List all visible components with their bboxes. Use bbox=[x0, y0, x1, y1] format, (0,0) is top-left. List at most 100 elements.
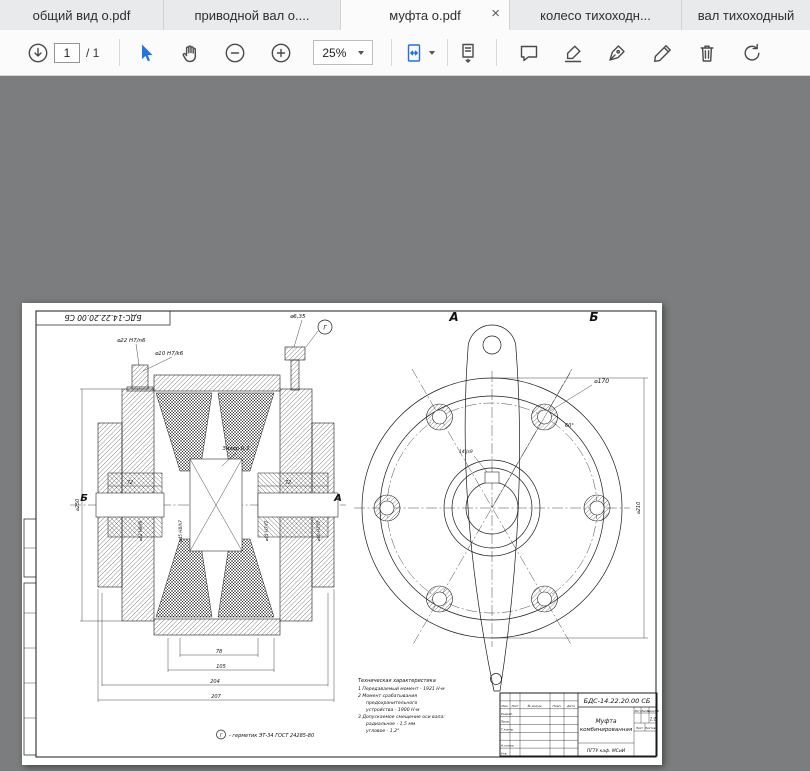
tab-label: муфта o.pdf bbox=[375, 8, 474, 23]
titleblock-name-1: Муфта bbox=[595, 718, 616, 725]
dim-label-hub1: ⌀42 H8/f8 bbox=[138, 520, 143, 541]
titleblock-row-prov: Пров. bbox=[501, 720, 510, 724]
dim-label-204: 204 bbox=[210, 679, 220, 685]
toolbar-separator bbox=[447, 39, 448, 66]
tech-line: 2 Момент срабатывания bbox=[358, 693, 417, 699]
mufta-drawing: БДС-14.22.20.00 СБ bbox=[22, 303, 662, 765]
tech-line: угловое - 1,2° bbox=[365, 728, 399, 734]
download-button[interactable] bbox=[26, 41, 50, 65]
highlighter-icon bbox=[561, 41, 585, 65]
note-symbol: Г bbox=[220, 733, 223, 739]
titleblock-row-utv: Утв. bbox=[501, 751, 507, 755]
dim-label-105: 105 bbox=[216, 664, 226, 670]
titleblock-row-tkontr: Т.контр. bbox=[501, 728, 514, 732]
note-text: - герметик ЭТ-34 ГОСТ 24285-80 bbox=[229, 733, 314, 739]
titleblock-row-razrab: Разраб. bbox=[501, 712, 513, 716]
sign-button[interactable] bbox=[605, 41, 629, 65]
dim-label-key: 14 Js9 bbox=[459, 449, 473, 455]
detail-label-g: Г bbox=[323, 325, 327, 332]
titleblock-sheets-label: Листов 1 bbox=[644, 726, 658, 730]
dim-label-hub3: ⌀45 H7/f7 bbox=[264, 520, 269, 541]
view-label-a: А bbox=[448, 310, 458, 324]
zoom-level-value: 25% bbox=[322, 46, 346, 60]
toolbar-separator bbox=[391, 39, 392, 66]
titleblock-scale-value: 1:1 bbox=[650, 717, 656, 722]
titleblock-col-list: Лист bbox=[510, 704, 519, 708]
fit-options-chevron-icon[interactable] bbox=[429, 51, 435, 55]
comment-bubble-icon bbox=[517, 41, 541, 65]
rotated-doc-number: БДС-14.22.20.00 СБ bbox=[64, 313, 141, 322]
tab-val-tikhokhodny[interactable]: вал тихоходный bbox=[682, 0, 810, 30]
view-label-b: Б bbox=[589, 310, 598, 324]
trash-icon bbox=[695, 41, 719, 65]
tech-title: Техническая характеристика bbox=[358, 678, 436, 684]
dim-label-78: 78 bbox=[216, 649, 222, 655]
titleblock-col-izm: Изм. bbox=[501, 704, 508, 708]
title-block: БДС-14.22.20.00 СБ Муфта комбинированная… bbox=[500, 693, 659, 756]
titleblock-row-nkontr: Н.контр. bbox=[501, 743, 514, 747]
dim-label-hub4: ⌀40 H7/f7 bbox=[316, 520, 321, 541]
page-scrolling-button[interactable] bbox=[456, 41, 480, 65]
tech-line: 1 Передаваемый момент - 1921 Н·м bbox=[358, 686, 445, 692]
scroll-page-icon bbox=[456, 41, 480, 65]
dim-label-72r: 72 bbox=[285, 480, 291, 486]
ink-pen-icon bbox=[605, 41, 629, 65]
dim-label-d10: ⌀10 H7/k6 bbox=[155, 351, 184, 357]
front-view: ⌀170 ⌀210 14 Js9 60° А Б bbox=[354, 310, 648, 691]
page-total-label: / 1 bbox=[86, 46, 99, 60]
dim-label-angle: 60° bbox=[565, 423, 574, 429]
dim-label-d170: ⌀170 bbox=[594, 378, 609, 385]
tab-mufta-active[interactable]: муфта o.pdf × bbox=[341, 0, 510, 30]
select-arrow-icon bbox=[134, 41, 158, 65]
hand-icon bbox=[178, 41, 202, 65]
tab-obshchiy-vid[interactable]: общий вид o.pdf bbox=[0, 0, 164, 30]
titleblock-col-podp: Подп. bbox=[552, 704, 561, 708]
tech-requirements: Техническая характеристика 1 Передаваемы… bbox=[358, 678, 445, 734]
fit-width-icon bbox=[402, 41, 426, 65]
tab-label: вал тихоходный bbox=[684, 8, 809, 23]
zoom-out-icon bbox=[223, 41, 247, 65]
titleblock-doc-number: БДС-14.22.20.00 СБ bbox=[584, 697, 651, 705]
tab-label: колесо тихоходн... bbox=[526, 8, 665, 23]
tab-koleso-tikhokhodnoe[interactable]: колесо тихоходн... bbox=[510, 0, 682, 30]
comment-button[interactable] bbox=[517, 41, 541, 65]
fill-sign-button[interactable] bbox=[651, 41, 675, 65]
fill-sign-pen-icon bbox=[651, 41, 675, 65]
pdf-viewer-canvas[interactable]: БДС-14.22.20.00 СБ bbox=[0, 76, 810, 771]
sealant-note: Г - герметик ЭТ-34 ГОСТ 24285-80 bbox=[217, 730, 315, 739]
tech-line: устройства - 1900 Н·м bbox=[365, 707, 420, 713]
chevron-down-icon bbox=[358, 51, 364, 55]
main-toolbar: / 1 25% bbox=[0, 30, 810, 76]
titleblock-sheet-label: Лист bbox=[635, 726, 643, 730]
rotate-button[interactable] bbox=[740, 41, 764, 65]
section-label-a: А bbox=[333, 493, 342, 504]
dim-label-gap: Зазор 0,1 bbox=[222, 446, 249, 452]
pdf-page[interactable]: БДС-14.22.20.00 СБ bbox=[22, 303, 662, 765]
titleblock-masshtab-label: Масштаб bbox=[647, 709, 659, 713]
zoom-out-button[interactable] bbox=[223, 41, 247, 65]
zoom-in-button[interactable] bbox=[269, 41, 293, 65]
highlight-button[interactable] bbox=[561, 41, 585, 65]
zoom-level-dropdown[interactable]: 25% bbox=[313, 40, 373, 65]
fit-page-button[interactable] bbox=[402, 41, 426, 65]
tab-privodnoy-val[interactable]: приводной вал o.... bbox=[164, 0, 341, 30]
titleblock-org: ПГТУ каф. МСиИ bbox=[587, 748, 626, 754]
close-tab-icon[interactable]: × bbox=[491, 6, 500, 21]
titleblock-col-ndoc: № докум. bbox=[527, 704, 543, 708]
delete-button[interactable] bbox=[695, 41, 719, 65]
tech-line: предохранительного bbox=[366, 701, 418, 706]
tab-label: общий вид o.pdf bbox=[19, 8, 145, 23]
section-view: ⌀22 H7/n6 ⌀10 H7/k6 ⌀6,35 Зазор 0,1 72 7… bbox=[70, 314, 346, 702]
document-tabbar: общий вид o.pdf приводной вал o.... муфт… bbox=[0, 0, 810, 30]
select-tool-button[interactable] bbox=[134, 41, 158, 65]
titleblock-name-2: комбинированная bbox=[580, 727, 633, 733]
section-label-b: Б bbox=[80, 493, 88, 504]
page-number-input[interactable] bbox=[54, 43, 80, 63]
tech-line: радиальное - 1,5 мм bbox=[365, 721, 416, 727]
titleblock-col-data: Дата bbox=[566, 704, 575, 708]
hand-tool-button[interactable] bbox=[178, 41, 202, 65]
rotate-icon bbox=[740, 41, 764, 65]
dim-label-72l: 72 bbox=[127, 480, 133, 486]
dim-label-207: 207 bbox=[211, 694, 221, 700]
download-icon bbox=[26, 41, 50, 65]
